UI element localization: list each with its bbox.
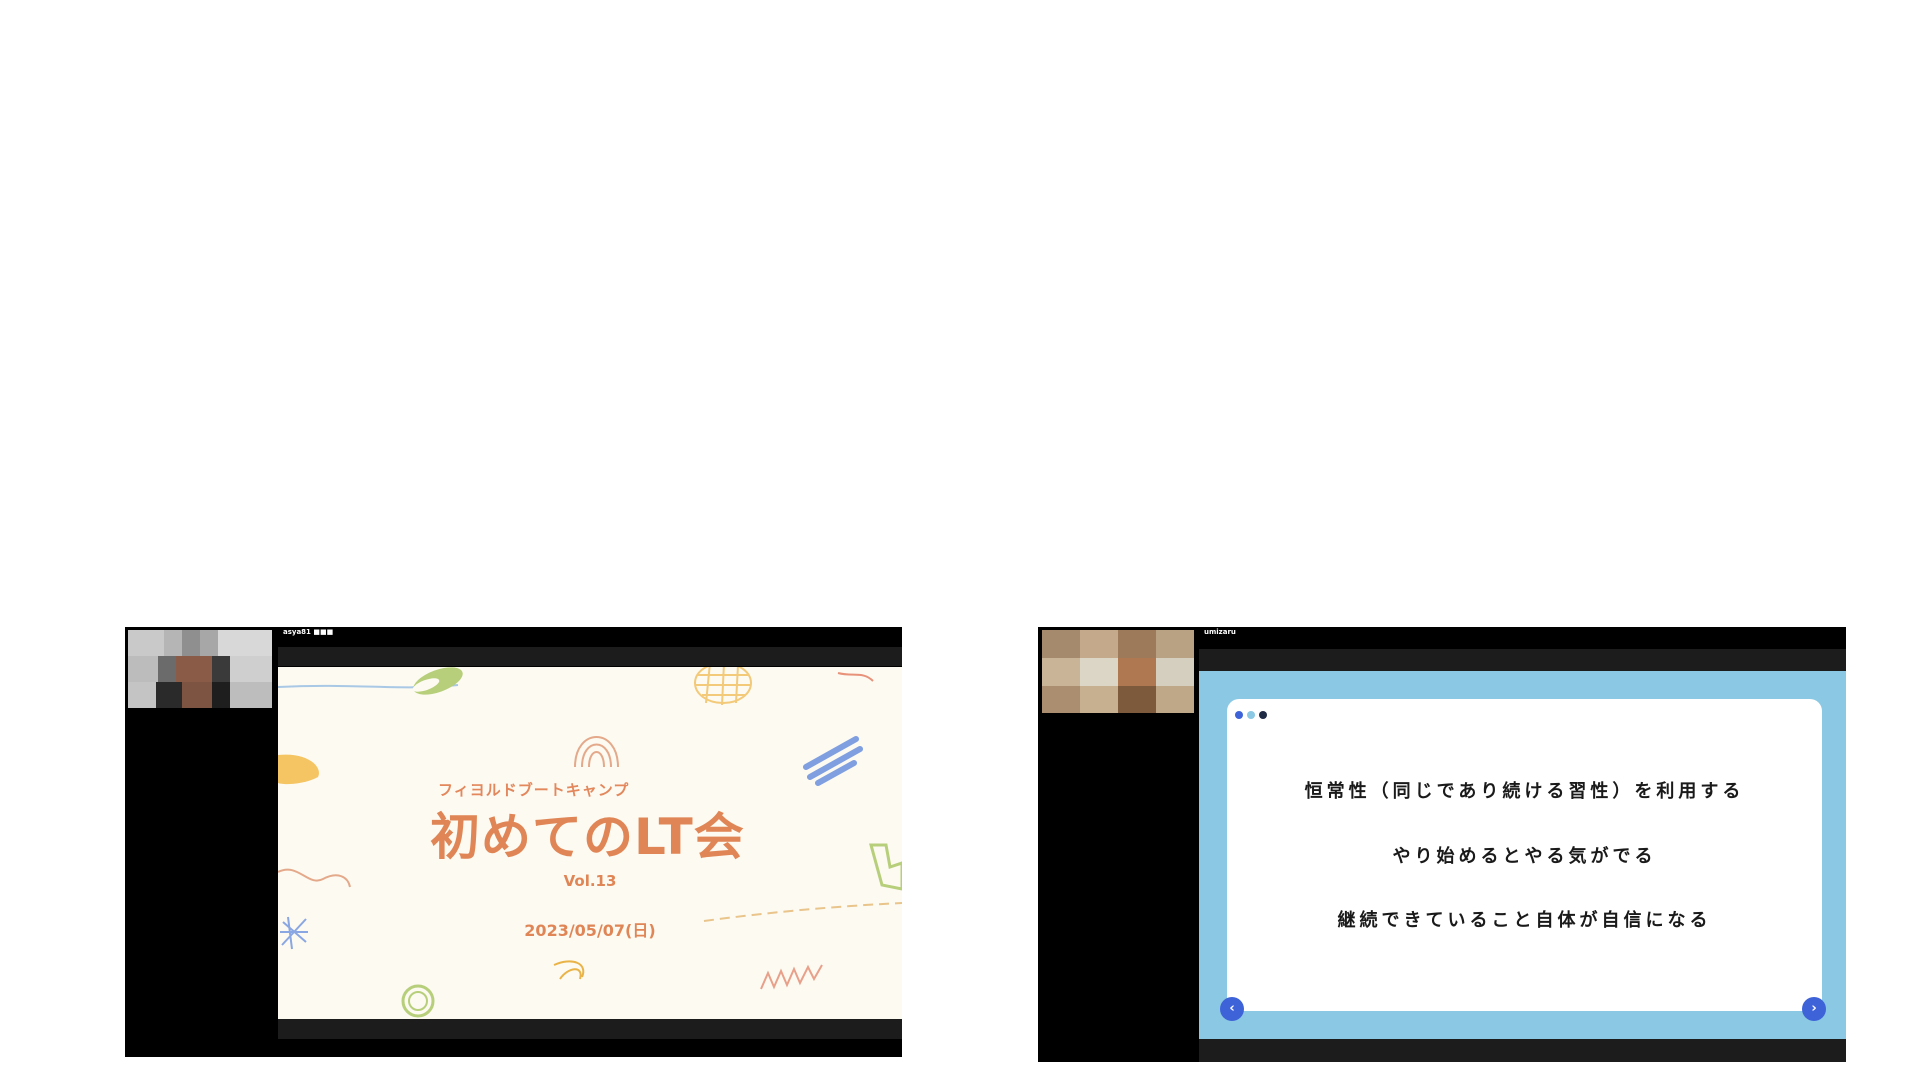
participant-name-label: asya81 ■■■	[283, 628, 334, 636]
presentation-slide: フィヨルドブートキャンプ 初めてのLT会 Vol.13 2023/05/07(日…	[278, 667, 902, 1019]
slide-date: 2023/05/07(日)	[524, 921, 656, 940]
slide-bottom-bar	[1199, 1039, 1846, 1062]
slide-card: 恒常性（同じであり続ける習性）を利用する やり始めるとやる気がでる 継続できてい…	[1227, 699, 1822, 1011]
participant-name-label: umizaru	[1204, 628, 1236, 636]
participant-video-pixelated	[1042, 630, 1194, 713]
window-dot	[1247, 711, 1255, 719]
slide-volume: Vol.13	[563, 872, 617, 890]
window-dot	[1259, 711, 1267, 719]
meeting-screenshot-left: asya81 ■■■ フィヨルドブートキャンプ 初めてのLT会 Vol.13 2…	[125, 627, 902, 1057]
meeting-screenshot-right: umizaru 恒常性（同じであり続ける習性）を利用する やり始めるとやる気がで…	[1038, 627, 1846, 1062]
window-dot	[1235, 711, 1243, 719]
chevron-left-icon[interactable]: ‹	[1220, 997, 1244, 1021]
participant-video-pixelated	[128, 630, 272, 708]
slide-top-bar	[1199, 649, 1846, 671]
slide-bottom-bar	[278, 1019, 902, 1039]
presentation-slide: 恒常性（同じであり続ける習性）を利用する やり始めるとやる気がでる 継続できてい…	[1199, 671, 1846, 1039]
slide-line-1: 恒常性（同じであり続ける習性）を利用する	[1304, 781, 1745, 802]
slide-top-bar	[278, 647, 902, 666]
slide-title: 初めてのLT会	[430, 808, 745, 866]
slide-line-3: 継続できていること自体が自信になる	[1337, 910, 1712, 931]
slide-line-2: やり始めるとやる気がでる	[1392, 846, 1657, 867]
chevron-right-icon[interactable]: ›	[1802, 997, 1826, 1021]
